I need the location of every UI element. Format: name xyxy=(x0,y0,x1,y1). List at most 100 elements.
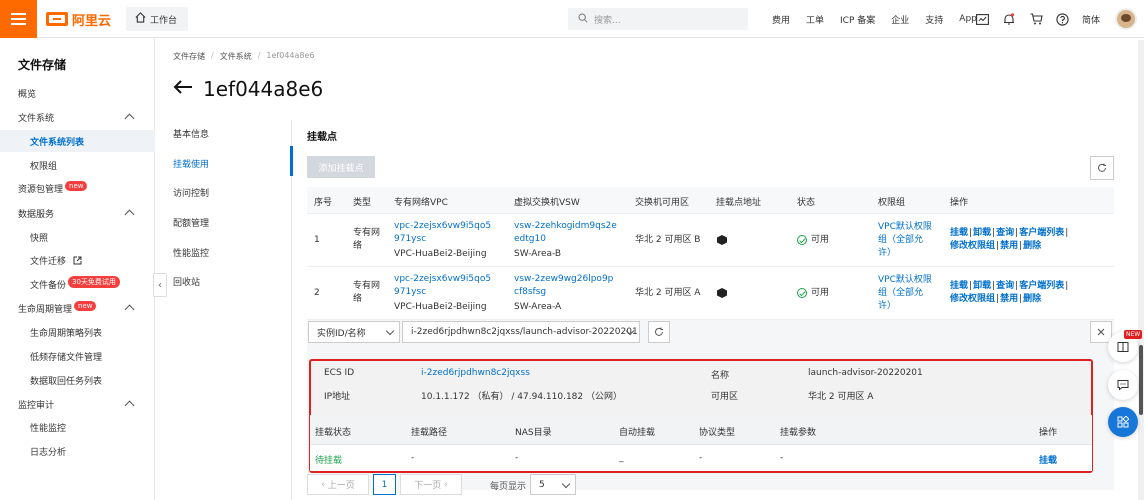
sidebar-item-resource-pkg[interactable]: 资源包管理 new xyxy=(18,181,88,195)
op-disable[interactable]: 禁用 xyxy=(1000,241,1018,251)
grid-icon xyxy=(1117,416,1129,428)
global-search-input[interactable]: 搜索... xyxy=(568,8,748,30)
op-client-list[interactable]: 客户端列表 xyxy=(1019,281,1064,291)
sidebar-item-migrate[interactable]: 文件迁移 xyxy=(30,254,82,268)
sidebar-item-perm-group[interactable]: 权限组 xyxy=(30,159,57,172)
vsw-link[interactable]: vsw-2zehkogidm9qs2eedtg10 xyxy=(514,220,618,246)
subnav-mount-usage[interactable]: 挂载使用 xyxy=(173,157,209,170)
nav-icp[interactable]: ICP 备案 xyxy=(832,13,883,26)
workbench-button[interactable]: 工作台 xyxy=(126,7,188,31)
filter-field-select[interactable]: 实例ID/名称 xyxy=(308,321,400,343)
add-mount-point-button[interactable]: 添加挂载点 xyxy=(307,156,375,178)
op-query[interactable]: 查询 xyxy=(996,228,1014,238)
language-switch[interactable]: 简体 xyxy=(1082,13,1100,26)
op-mount[interactable]: 挂载 xyxy=(950,228,968,238)
op-modify-perm[interactable]: 修改权限组 xyxy=(950,241,995,251)
mount-address-icon[interactable] xyxy=(717,235,727,250)
per-page-select[interactable]: 5 xyxy=(530,474,576,495)
sidebar-group-data-service[interactable]: 数据服务 xyxy=(18,207,54,220)
col-vsw: 虚拟交换机VSW xyxy=(514,198,580,208)
col-action: 操作 xyxy=(1039,428,1058,438)
subnav-recycle-bin[interactable]: 回收站 xyxy=(173,275,200,288)
divider: | xyxy=(1015,228,1019,238)
sidebar-item-fs-list[interactable]: 文件系统列表 xyxy=(30,135,84,148)
ecs-ip-value: 10.1.1.172 （私有） / 47.94.110.182 （公网） xyxy=(421,392,622,402)
subnav-basic-info[interactable]: 基本信息 xyxy=(173,127,209,140)
row-type: 专有网络 xyxy=(353,228,381,251)
cart-icon[interactable] xyxy=(1028,11,1044,27)
refresh-button[interactable] xyxy=(1090,156,1114,180)
nav-fees[interactable]: 费用 xyxy=(764,13,798,26)
op-delete[interactable]: 删除 xyxy=(1023,294,1041,304)
col-mount-params: 挂载参数 xyxy=(780,428,817,438)
op-client-list[interactable]: 客户端列表 xyxy=(1019,228,1064,238)
nav-support[interactable]: 支持 xyxy=(917,13,951,26)
col-zone: 交换机可用区 xyxy=(635,198,690,208)
mount-address-icon[interactable] xyxy=(717,288,727,303)
sidebar-item-retrieve[interactable]: 数据取回任务列表 xyxy=(30,374,102,387)
ecs-zone-value: 华北 2 可用区 A xyxy=(808,392,874,402)
op-disable[interactable]: 禁用 xyxy=(1000,294,1018,304)
subnav-access-control[interactable]: 访问控制 xyxy=(173,186,209,199)
vpc-link[interactable]: vpc-2zejsx6vw9i5qo5971ysc xyxy=(394,220,494,246)
user-avatar[interactable] xyxy=(1115,8,1137,30)
refresh-icon xyxy=(655,327,663,336)
table-row: 2 专有网络 vpc-2zejsx6vw9i5qo5971ysc VPC-Hua… xyxy=(307,267,1114,320)
perm-group-link[interactable]: VPC默认权限组（全部允许） xyxy=(878,274,936,313)
subnav-quota[interactable]: 配额管理 xyxy=(173,216,209,229)
col-mount-status: 挂载状态 xyxy=(315,428,352,438)
filter-field-value: 实例ID/名称 xyxy=(317,328,366,339)
sidebar-item-backup[interactable]: 文件备份 30天免费试用 xyxy=(30,276,120,292)
protocol-value: - xyxy=(699,453,703,463)
page-scrollbar[interactable] xyxy=(1138,40,1144,500)
bell-icon[interactable] xyxy=(1001,11,1017,27)
apps-button[interactable] xyxy=(1108,407,1138,437)
new-badge: new xyxy=(65,181,88,191)
vpc-name: VPC-HuaBei2-Beijing xyxy=(394,249,487,259)
help-icon[interactable] xyxy=(1054,11,1070,27)
check-circle-icon xyxy=(797,287,807,298)
row-type: 专有网络 xyxy=(353,281,381,304)
prev-page-button[interactable]: ‹ 上一页 xyxy=(307,474,369,495)
sidebar-item-lifecycle-policy[interactable]: 生命周期策略列表 xyxy=(30,326,102,339)
nav-tickets[interactable]: 工单 xyxy=(798,13,832,26)
sidebar-item-overview[interactable]: 概览 xyxy=(18,87,36,100)
breadcrumb-item[interactable]: 文件存储 xyxy=(173,51,205,62)
feedback-button[interactable] xyxy=(1108,370,1138,400)
op-mount[interactable]: 挂载 xyxy=(950,281,968,291)
sidebar-item-log[interactable]: 日志分析 xyxy=(30,445,66,458)
vsw-link[interactable]: vsw-2zew9wg26lpo9pcf8sfsg xyxy=(514,273,618,299)
vpc-link[interactable]: vpc-2zejsx6vw9i5qo5971ysc xyxy=(394,273,494,299)
subnav-perf-monitor[interactable]: 性能监控 xyxy=(173,246,209,259)
next-page-button[interactable]: 下一页 › xyxy=(400,474,462,495)
breadcrumb-item[interactable]: 文件系统 xyxy=(220,51,252,62)
sidebar-item-perf[interactable]: 性能监控 xyxy=(30,421,66,434)
op-unmount[interactable]: 卸载 xyxy=(973,228,991,238)
aliyun-logo[interactable]: 阿里云 xyxy=(46,9,111,29)
sidebar-item-snapshot[interactable]: 快照 xyxy=(30,231,48,244)
hamburger-menu-button[interactable] xyxy=(0,0,37,38)
perm-group-link[interactable]: VPC默认权限组（全部允许） xyxy=(878,221,936,260)
divider: | xyxy=(992,281,996,291)
nav-enterprise[interactable]: 企业 xyxy=(883,13,917,26)
ecs-id-link[interactable]: i-2zed6rjpdhwn8c2jqxss xyxy=(421,368,530,378)
filter-refresh-button[interactable] xyxy=(648,321,670,343)
op-delete[interactable]: 删除 xyxy=(1023,241,1041,251)
page-1-button[interactable]: 1 xyxy=(373,474,396,495)
divider: | xyxy=(1019,294,1023,304)
row-index: 1 xyxy=(314,235,320,245)
message-box-icon[interactable] xyxy=(974,11,990,27)
op-unmount[interactable]: 卸载 xyxy=(973,281,991,291)
instance-select[interactable]: i-2zed6rjpdhwn8c2jqxss/launch-advisor-20… xyxy=(402,321,640,343)
mount-action-link[interactable]: 挂载 xyxy=(1039,453,1057,466)
sidebar-item-low-freq[interactable]: 低频存储文件管理 xyxy=(30,350,102,363)
scrollbar-thumb[interactable] xyxy=(1139,345,1143,415)
status-text: 可用 xyxy=(811,235,830,245)
op-query[interactable]: 查询 xyxy=(996,281,1014,291)
sidebar-group-monitor[interactable]: 监控审计 xyxy=(18,398,54,411)
back-arrow-icon[interactable] xyxy=(173,76,193,101)
sidebar-group-filesystem[interactable]: 文件系统 xyxy=(18,111,54,124)
nas-dir-value: - xyxy=(515,453,519,463)
sidebar-group-lifecycle[interactable]: 生命周期管理 new xyxy=(18,301,97,315)
op-modify-perm[interactable]: 修改权限组 xyxy=(950,294,995,304)
